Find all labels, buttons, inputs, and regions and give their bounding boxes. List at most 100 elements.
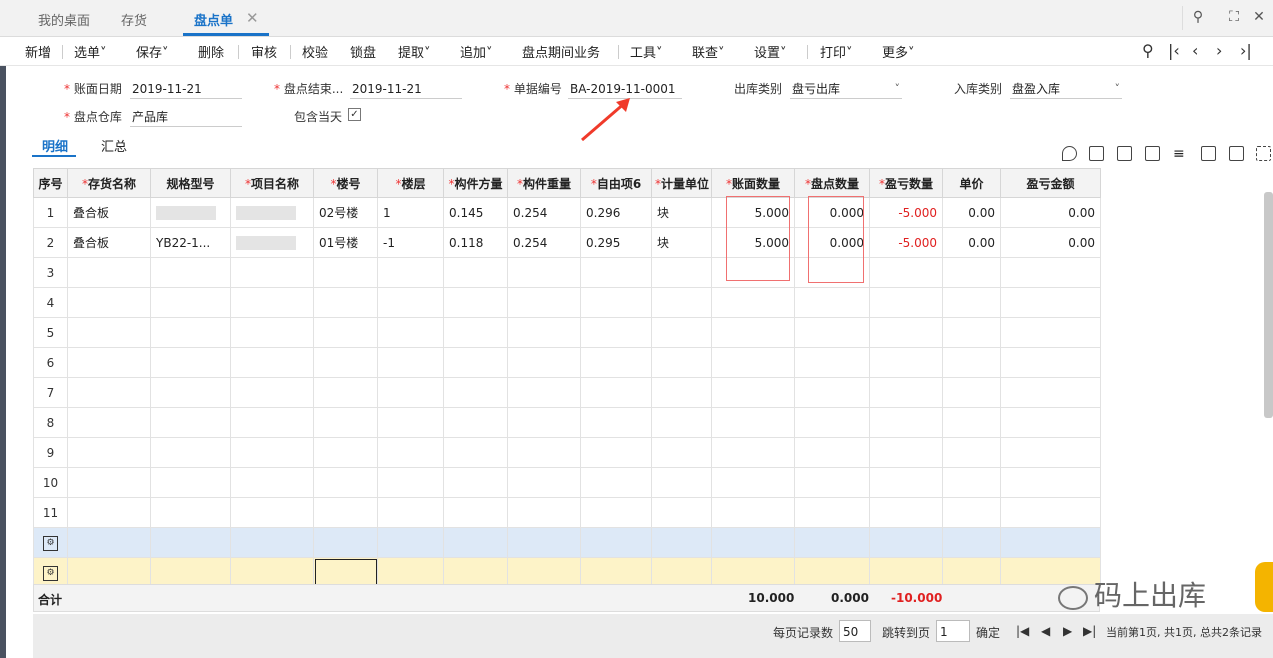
append-button[interactable]: 追加˅ [460,42,493,61]
column-header[interactable]: *楼层 [377,168,444,198]
column-header[interactable]: *项目名称 [230,168,314,198]
cell-volume[interactable] [443,497,508,528]
cell-free6[interactable] [580,317,652,348]
extract-button[interactable]: 提取˅ [398,42,431,61]
table-row[interactable]: 7 [33,377,1101,408]
cell-book_qty[interactable] [711,527,795,558]
cell-free6[interactable] [580,377,652,408]
jump-page-input[interactable]: 1 [936,620,970,642]
new-row[interactable]: ⚙ [33,557,1101,588]
cell-floor[interactable] [377,257,444,288]
cell-price[interactable] [942,437,1001,468]
cell-unit[interactable] [651,557,712,588]
cell-floor[interactable] [377,287,444,318]
cell-weight[interactable]: 0.254 [507,227,581,258]
cell-price[interactable] [942,377,1001,408]
home-icon[interactable] [1229,146,1244,161]
cell-free6[interactable] [580,257,652,288]
cell-diff_qty[interactable] [869,347,943,378]
cell-weight[interactable] [507,287,581,318]
cell-floor[interactable] [377,497,444,528]
table-row[interactable]: 1 叠合板 02号楼 1 0.145 0.254 0.296 块 5.000 0.000 -5.00… [33,197,1101,228]
print-button[interactable]: 打印˅ [820,42,853,61]
cell-diff_qty[interactable] [869,257,943,288]
cell-diff_amt[interactable] [1000,437,1101,468]
cell-weight[interactable] [507,557,581,588]
cell-weight[interactable] [507,527,581,558]
cell-name[interactable] [67,557,151,588]
cell-diff_amt[interactable]: 0.00 [1000,227,1101,258]
cell-diff_amt[interactable] [1000,347,1101,378]
cell-volume[interactable] [443,257,508,288]
cell-unit[interactable] [651,497,712,528]
tools-button[interactable]: 工具˅ [630,42,663,61]
cell-free6[interactable] [580,467,652,498]
cell-unit[interactable] [651,257,712,288]
cell-name[interactable]: 叠合板 [67,227,151,258]
cell-name[interactable] [67,497,151,528]
cell-weight[interactable] [507,437,581,468]
cell-diff_qty[interactable] [869,407,943,438]
cell-volume[interactable] [443,347,508,378]
cell-project[interactable] [230,347,314,378]
cell-diff_qty[interactable]: -5.000 [869,197,943,228]
cell-name[interactable] [67,287,151,318]
cell-name[interactable] [67,527,151,558]
cell-idx[interactable]: 2 [33,227,68,258]
cell-free6[interactable]: 0.296 [580,197,652,228]
column-header[interactable]: 盈亏金额 [1000,168,1101,198]
cell-book_qty[interactable] [711,347,795,378]
fullscreen-grid-icon[interactable] [1256,146,1271,161]
cell-book_qty[interactable] [711,287,795,318]
cell-diff_qty[interactable]: -5.000 [869,227,943,258]
cell-idx[interactable]: ⚙ [33,557,68,588]
cell-diff_amt[interactable] [1000,287,1101,318]
cell-spec[interactable] [150,437,231,468]
cell-idx[interactable]: 11 [33,497,68,528]
close-icon[interactable]: ✕ [1250,8,1268,26]
table-row[interactable]: 9 [33,437,1101,468]
cell-name[interactable] [67,377,151,408]
cell-project[interactable] [230,437,314,468]
column-header[interactable]: *盈亏数量 [869,168,943,198]
search-icon[interactable]: ⚲ [1189,8,1207,26]
cell-diff_amt[interactable] [1000,257,1101,288]
cell-floor[interactable]: 1 [377,197,444,228]
cell-diff_qty[interactable] [869,287,943,318]
cell-name[interactable] [67,467,151,498]
cell-name[interactable]: 叠合板 [67,197,151,228]
cell-idx[interactable]: 3 [33,257,68,288]
cell-price[interactable]: 0.00 [942,227,1001,258]
cell-name[interactable] [67,257,151,288]
vertical-scrollbar[interactable] [1264,192,1273,418]
cell-book_qty[interactable] [711,557,795,588]
cell-count_qty[interactable] [794,347,870,378]
cell-weight[interactable] [507,497,581,528]
locate-icon[interactable] [1062,146,1077,161]
first-record-icon[interactable]: |‹ [1168,41,1180,60]
column-header[interactable]: *盘点数量 [794,168,870,198]
cell-free6[interactable] [580,407,652,438]
cell-project[interactable] [230,407,314,438]
per-page-input[interactable]: 50 [839,620,871,642]
cell-book_qty[interactable] [711,407,795,438]
cell-building[interactable]: 01号楼 [313,227,378,258]
cell-volume[interactable] [443,377,508,408]
cell-diff_qty[interactable] [869,557,943,588]
warehouse-field[interactable]: 产品库 [130,108,242,127]
table-row[interactable]: 3 [33,257,1101,288]
cell-volume[interactable] [443,317,508,348]
cell-unit[interactable] [651,527,712,558]
cell-project[interactable] [230,197,314,228]
cell-idx[interactable]: 8 [33,407,68,438]
search-doc-icon[interactable]: ⚲ [1142,41,1154,60]
cell-project[interactable] [230,527,314,558]
column-header[interactable]: *构件重量 [507,168,581,198]
row-settings-icon[interactable]: ⚙ [43,536,58,551]
cell-building[interactable] [313,557,378,588]
table-row[interactable]: 11 [33,497,1101,528]
copy-row-icon[interactable] [1117,146,1132,161]
cell-unit[interactable] [651,317,712,348]
end-date-field[interactable]: 2019-11-21 [350,80,462,99]
more-button[interactable]: 更多˅ [882,42,915,61]
